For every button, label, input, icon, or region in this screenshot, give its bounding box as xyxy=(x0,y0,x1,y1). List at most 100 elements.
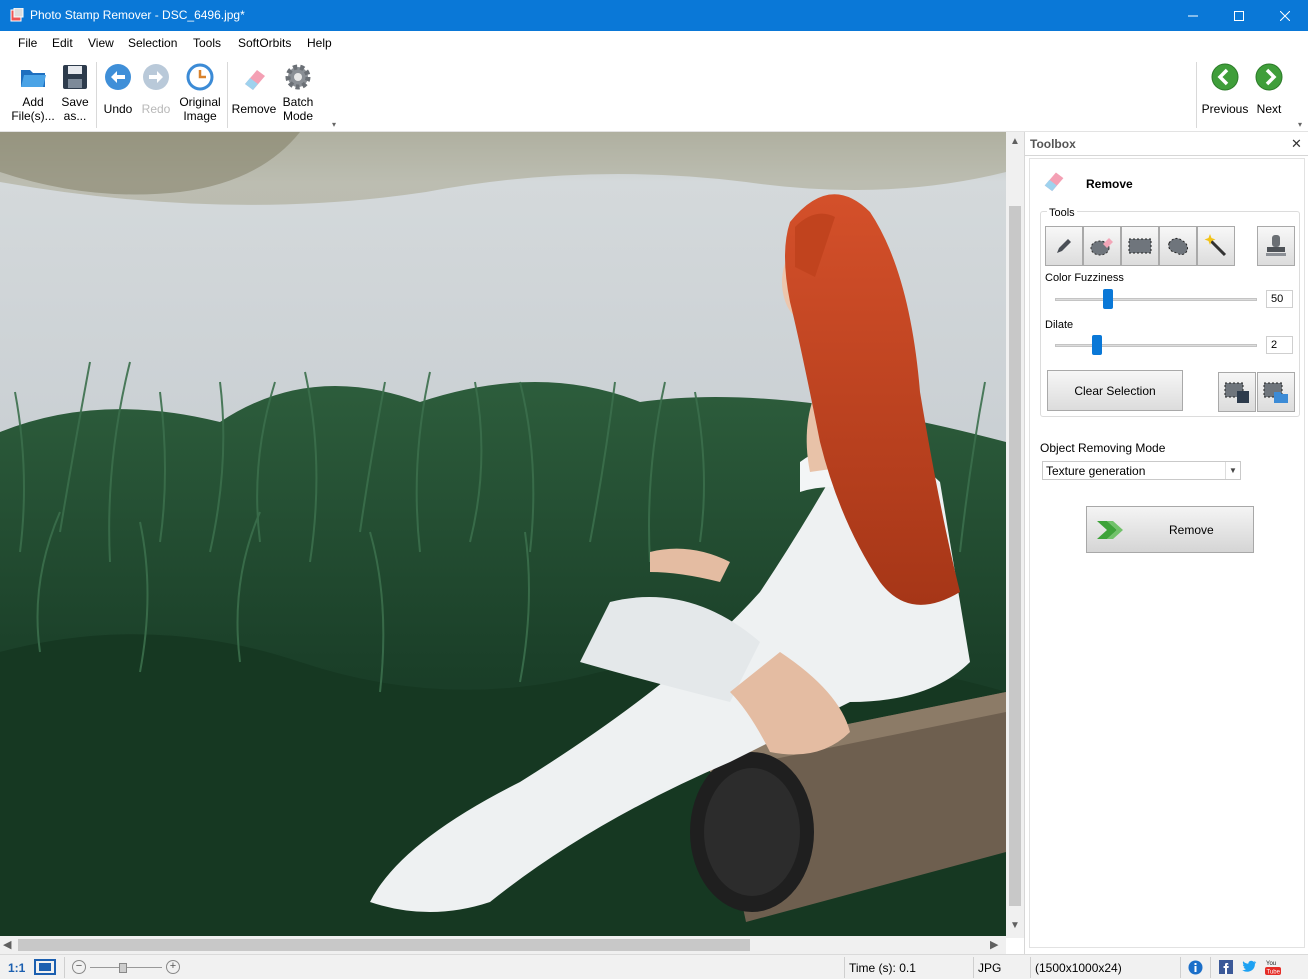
menu-tools[interactable]: Tools xyxy=(193,36,221,50)
status-separator xyxy=(1180,957,1181,978)
zoom-one-to-one-button[interactable]: 1:1 xyxy=(8,961,25,975)
next-button[interactable]: Next xyxy=(1252,58,1286,130)
color-fuzziness-thumb[interactable] xyxy=(1102,289,1113,309)
dilate-label: Dilate xyxy=(1045,319,1074,331)
title-bar: Photo Stamp Remover - DSC_6496.jpg* xyxy=(0,0,1308,31)
remove-toolbar-button[interactable]: Remove xyxy=(231,58,277,130)
toolbar-separator xyxy=(1196,62,1197,128)
redo-icon xyxy=(143,64,169,90)
menu-edit[interactable]: Edit xyxy=(52,36,73,50)
undo-button[interactable]: Undo xyxy=(100,58,136,130)
status-separator xyxy=(1210,957,1211,978)
clear-selection-button[interactable]: Clear Selection xyxy=(1047,370,1183,411)
previous-arrow-icon xyxy=(1211,63,1239,91)
toolbar-separator xyxy=(227,62,228,128)
dilate-thumb[interactable] xyxy=(1092,335,1103,355)
window-title: Photo Stamp Remover - DSC_6496.jpg* xyxy=(30,8,245,22)
vertical-scrollbar[interactable]: ▲ ▼ xyxy=(1006,132,1024,938)
lasso-select-button[interactable] xyxy=(1159,226,1197,266)
close-button[interactable] xyxy=(1262,0,1308,31)
previous-button[interactable]: Previous xyxy=(1201,58,1249,130)
svg-text:Tube: Tube xyxy=(1267,970,1281,976)
toolbar-overflow-icon[interactable]: ▾ xyxy=(1298,120,1302,129)
magic-wand-button[interactable] xyxy=(1197,226,1235,266)
remove-button[interactable]: Remove xyxy=(1086,506,1254,553)
processing-time: Time (s): 0.1 xyxy=(849,961,916,975)
twitter-icon[interactable] xyxy=(1242,960,1257,973)
menu-help[interactable]: Help xyxy=(307,36,332,50)
eraser-tool-button[interactable] xyxy=(1083,226,1121,266)
maximize-icon xyxy=(1234,10,1244,21)
scroll-left-icon[interactable]: ◀ xyxy=(3,938,11,951)
rect-select-icon xyxy=(1128,238,1152,254)
color-fuzziness-value[interactable]: 50 xyxy=(1266,290,1293,308)
file-format: JPG xyxy=(978,961,1002,975)
next-arrow-icon xyxy=(1255,63,1283,91)
facebook-icon[interactable] xyxy=(1219,960,1233,974)
tools-group-label: Tools xyxy=(1047,207,1077,219)
menu-selection[interactable]: Selection xyxy=(128,36,177,50)
dilate-value[interactable]: 2 xyxy=(1266,336,1293,354)
close-icon xyxy=(1280,10,1290,21)
status-separator xyxy=(64,957,65,978)
stamp-tool-button[interactable] xyxy=(1257,226,1295,266)
history-clock-icon xyxy=(186,63,214,91)
original-image-button[interactable]: Original Image xyxy=(176,58,224,130)
eraser-icon xyxy=(245,70,265,90)
menu-softorbits[interactable]: SoftOrbits xyxy=(238,36,291,50)
zoom-in-icon[interactable]: + xyxy=(166,960,180,974)
scroll-right-icon[interactable]: ▶ xyxy=(990,938,998,951)
save-selection-button[interactable] xyxy=(1218,372,1256,412)
color-fuzziness-slider[interactable] xyxy=(1055,298,1257,301)
menu-bar: File Edit View Selection Tools SoftOrbit… xyxy=(0,31,1308,54)
add-files-button[interactable]: Add File(s)... xyxy=(10,58,56,130)
scroll-thumb[interactable] xyxy=(18,939,750,951)
toolbar-separator xyxy=(96,62,97,128)
object-removing-mode-select[interactable]: Texture generation ▼ xyxy=(1042,461,1241,480)
eraser-icon xyxy=(1044,172,1064,192)
color-fuzziness-label: Color Fuzziness xyxy=(1045,272,1124,284)
rectangle-select-button[interactable] xyxy=(1121,226,1159,266)
menu-file[interactable]: File xyxy=(18,36,37,50)
photo xyxy=(0,132,1006,936)
toolbar-overflow-icon[interactable]: ▾ xyxy=(332,120,336,129)
undo-icon xyxy=(105,64,131,90)
dilate-slider[interactable] xyxy=(1055,344,1257,347)
save-as-button[interactable]: Save as... xyxy=(58,58,92,130)
svg-text:You: You xyxy=(1266,961,1276,967)
info-icon[interactable] xyxy=(1188,960,1203,975)
run-arrow-icon xyxy=(1097,521,1123,539)
status-separator xyxy=(1030,957,1031,978)
tools-group: Tools Color Fuzziness 50 Dilate 2 Clear … xyxy=(1040,207,1300,417)
close-panel-icon[interactable]: ✕ xyxy=(1291,136,1302,152)
lasso-icon xyxy=(1168,237,1188,256)
batch-mode-button[interactable]: Batch Mode xyxy=(279,58,317,130)
redo-button[interactable]: Redo xyxy=(138,58,174,130)
gear-icon xyxy=(285,64,311,90)
youtube-icon[interactable]: You Tube xyxy=(1264,958,1282,976)
horizontal-scrollbar[interactable]: ◀ ▶ xyxy=(0,936,1006,954)
minimize-button[interactable] xyxy=(1170,0,1216,31)
chevron-down-icon[interactable]: ▼ xyxy=(1225,462,1240,479)
menu-view[interactable]: View xyxy=(88,36,114,50)
fit-window-icon[interactable] xyxy=(34,959,56,975)
load-selection-button[interactable] xyxy=(1257,372,1295,412)
zoom-slider[interactable]: − + xyxy=(72,960,180,975)
pencil-tool-button[interactable] xyxy=(1045,226,1083,266)
scroll-down-icon[interactable]: ▼ xyxy=(1010,920,1020,931)
maximize-button[interactable] xyxy=(1216,0,1262,31)
toolbar: Add File(s)... Save as... Undo Redo Orig… xyxy=(0,54,1308,132)
scroll-up-icon[interactable]: ▲ xyxy=(1010,136,1020,147)
zoom-out-icon[interactable]: − xyxy=(72,960,86,974)
minimize-icon xyxy=(1188,15,1198,16)
magic-wand-icon xyxy=(1204,234,1227,257)
scroll-thumb[interactable] xyxy=(1009,206,1021,906)
toolbox-content: Remove Tools Color Fuzziness 50 Dilate 2… xyxy=(1029,158,1305,948)
object-removing-mode-label: Object Removing Mode xyxy=(1040,441,1166,455)
toolbox-header: Toolbox ✕ xyxy=(1025,132,1308,156)
status-bar: 1:1 − + Time (s): 0.1 JPG (1500x1000x24)… xyxy=(0,954,1308,979)
status-separator xyxy=(973,957,974,978)
toolbox-panel: Toolbox ✕ Remove Tools Color Fuzziness 5… xyxy=(1024,132,1308,954)
load-selection-icon xyxy=(1263,382,1288,403)
image-canvas[interactable] xyxy=(0,132,1006,936)
